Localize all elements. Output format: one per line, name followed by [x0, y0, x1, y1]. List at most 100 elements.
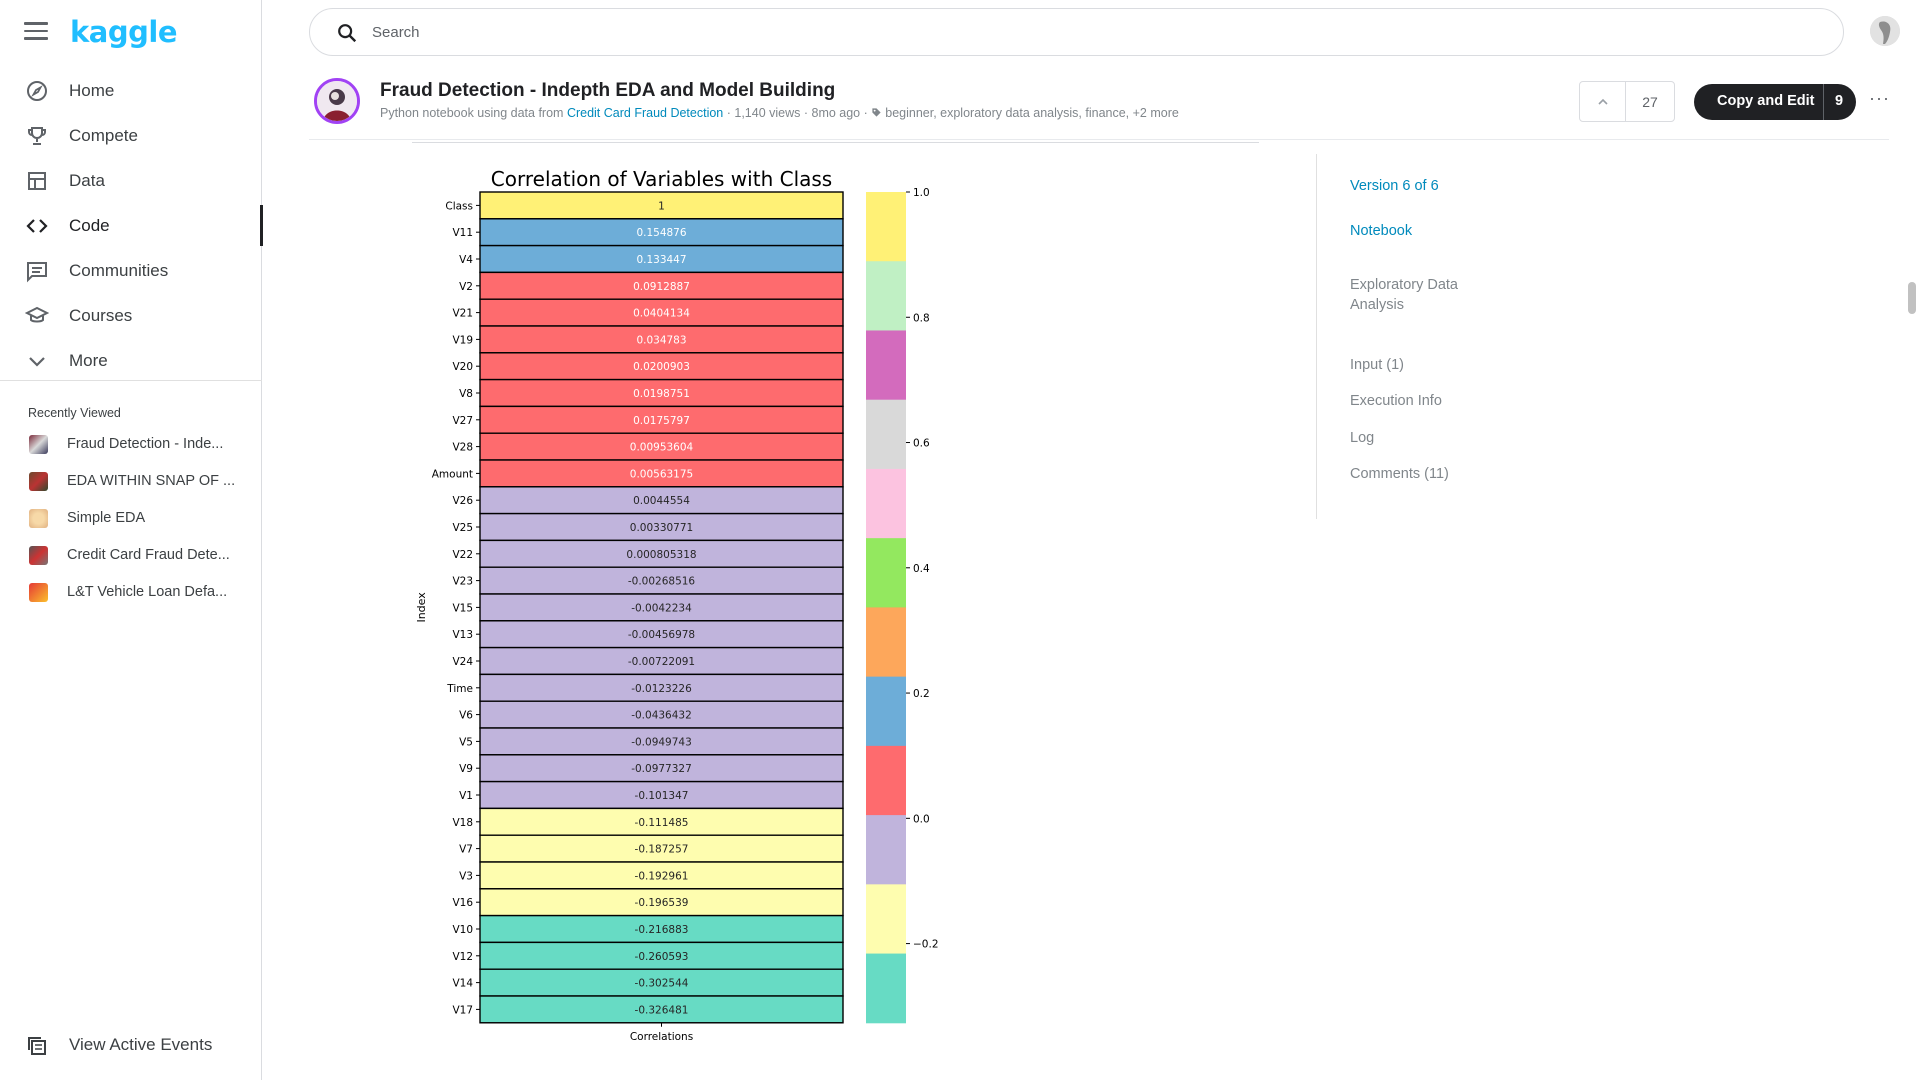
- dataset-link[interactable]: Credit Card Fraud Detection: [567, 106, 723, 120]
- sidebar-item-more[interactable]: More: [0, 338, 262, 383]
- sidebar-item-courses[interactable]: Courses: [0, 293, 262, 338]
- copy-and-edit-button[interactable]: Copy and Edit 9: [1694, 84, 1856, 120]
- cell-value-label: -0.00722091: [628, 656, 695, 668]
- sidebar-item-code[interactable]: Code: [0, 203, 263, 248]
- sidebar-nav: Home Compete Data Code Communities Cours…: [0, 68, 263, 383]
- chart-title: Correlation of Variables with Class: [491, 167, 832, 191]
- tag-icon: [872, 108, 881, 117]
- search-input[interactable]: Search: [309, 8, 1844, 56]
- recent-item[interactable]: Fraud Detection - Inde...: [0, 426, 262, 463]
- y-tick-label: V14: [452, 978, 473, 990]
- sidebar-item-label: Communities: [69, 261, 169, 280]
- colorbar-segment: [866, 538, 906, 608]
- author-avatar[interactable]: [314, 78, 360, 124]
- cell-value-label: -0.0977327: [631, 763, 692, 775]
- y-tick-label: Amount: [432, 468, 473, 480]
- y-tick-label: V3: [459, 870, 473, 882]
- y-tick-label: V24: [452, 656, 473, 668]
- copy-and-edit-label: Copy and Edit: [1717, 93, 1815, 109]
- toc-comments[interactable]: Comments (11): [1350, 466, 1449, 482]
- sidebar-item-label: More: [69, 351, 108, 370]
- y-tick-label: V11: [452, 227, 473, 239]
- cell-value-label: 0.000805318: [626, 549, 696, 561]
- y-tick-label: V21: [452, 308, 473, 320]
- y-tick-label: V25: [452, 522, 473, 534]
- scrollbar[interactable]: [1906, 60, 1918, 1080]
- cell-value-label: 0.00330771: [630, 522, 693, 534]
- cell-value-label: -0.00268516: [628, 576, 696, 588]
- y-tick-label: V19: [452, 334, 473, 346]
- cell-divider: [412, 142, 1259, 143]
- recent-item[interactable]: L&T Vehicle Loan Defa...: [0, 574, 262, 611]
- y-tick-label: Time: [446, 683, 473, 695]
- cell-value-label: -0.0436432: [631, 710, 692, 722]
- user-avatar[interactable]: [1870, 16, 1900, 46]
- scrollbar-thumb[interactable]: [1908, 282, 1916, 314]
- cell-value-label: 0.0200903: [633, 361, 690, 373]
- cell-value-label: 0.034783: [636, 334, 686, 346]
- cell-value-label: -0.101347: [635, 790, 689, 802]
- vote-count: 27: [1642, 94, 1658, 110]
- sidebar-item-communities[interactable]: Communities: [0, 248, 262, 293]
- comment-icon: [27, 262, 47, 283]
- colorbar-segment: [866, 676, 906, 747]
- compass-icon: [27, 81, 47, 101]
- colorbar-tick-label: 0.4: [913, 563, 930, 575]
- colorbar-tick-label: 0.0: [913, 813, 930, 825]
- notebook-thumbnail: [29, 509, 48, 528]
- notebook-title: Fraud Detection - Indepth EDA and Model …: [380, 80, 836, 101]
- toc-execution-info[interactable]: Execution Info: [1350, 393, 1442, 409]
- cell-value-label: -0.00456978: [628, 629, 695, 641]
- recent-item[interactable]: Credit Card Fraud Dete...: [0, 537, 262, 574]
- search-placeholder: Search: [372, 24, 420, 41]
- toc-version[interactable]: Version 6 of 6: [1350, 178, 1439, 194]
- recent-item-label: EDA WITHIN SNAP OF ...: [67, 473, 236, 489]
- cell-value-label: -0.302544: [635, 978, 689, 990]
- cell-value-label: -0.0949743: [631, 736, 692, 748]
- y-tick-label: V4: [459, 254, 473, 266]
- notebook-thumbnail: [29, 546, 48, 565]
- y-tick-label: V28: [452, 442, 473, 454]
- y-tick-label: V2: [459, 281, 473, 293]
- toc-input[interactable]: Input (1): [1350, 357, 1404, 373]
- sidebar-item-compete[interactable]: Compete: [0, 113, 262, 158]
- menu-icon[interactable]: [24, 22, 48, 42]
- view-active-events-button[interactable]: View Active Events: [0, 1026, 262, 1066]
- code-icon: [26, 219, 48, 233]
- sidebar-item-home[interactable]: Home: [0, 68, 262, 113]
- y-tick-label: V15: [452, 602, 473, 614]
- tags[interactable]: beginner, exploratory data analysis, fin…: [885, 106, 1179, 120]
- recent-item[interactable]: EDA WITHIN SNAP OF ...: [0, 463, 262, 500]
- kaggle-logo[interactable]: kaggle: [70, 15, 177, 49]
- colorbar-segment: [866, 468, 906, 539]
- toc-notebook[interactable]: Notebook: [1350, 223, 1412, 239]
- y-tick-label: V26: [452, 495, 473, 507]
- recent-item[interactable]: Simple EDA: [0, 500, 262, 537]
- cell-value-label: -0.216883: [635, 924, 689, 936]
- recent-item-label: L&T Vehicle Loan Defa...: [67, 584, 228, 600]
- school-icon: [25, 306, 49, 323]
- toc-log[interactable]: Log: [1350, 430, 1374, 446]
- upvote-button[interactable]: [1580, 82, 1626, 121]
- cell-value-label: -0.187257: [635, 844, 689, 856]
- toc-section-eda[interactable]: Exploratory Data Analysis: [1350, 275, 1480, 315]
- sidebar-item-label: Compete: [69, 126, 138, 145]
- colorbar-segment: [866, 192, 906, 262]
- cell-value-label: 0.154876: [636, 227, 686, 239]
- more-options-icon[interactable]: ···: [1869, 88, 1890, 109]
- user-avatar-image: [1870, 16, 1900, 46]
- sidebar-item-label: Data: [69, 171, 105, 190]
- sidebar-item-data[interactable]: Data: [0, 158, 262, 203]
- cell-value-label: 0.0912887: [633, 281, 690, 293]
- cell-value-label: -0.192961: [635, 870, 689, 882]
- colorbar-segment: [866, 884, 906, 955]
- notebook-header: Fraud Detection - Indepth EDA and Model …: [309, 74, 1889, 140]
- notebook-meta: Python notebook using data from Credit C…: [380, 106, 1179, 120]
- cell-value-label: 0.0198751: [633, 388, 690, 400]
- recently-viewed-heading: Recently Viewed: [28, 406, 121, 420]
- cell-value-label: 0.00953604: [630, 442, 694, 454]
- colorbar-tick-label: −0.2: [913, 939, 939, 951]
- y-tick-label: V16: [452, 897, 473, 909]
- sidebar-item-label: Home: [69, 81, 115, 100]
- y-tick-label: V20: [452, 361, 473, 373]
